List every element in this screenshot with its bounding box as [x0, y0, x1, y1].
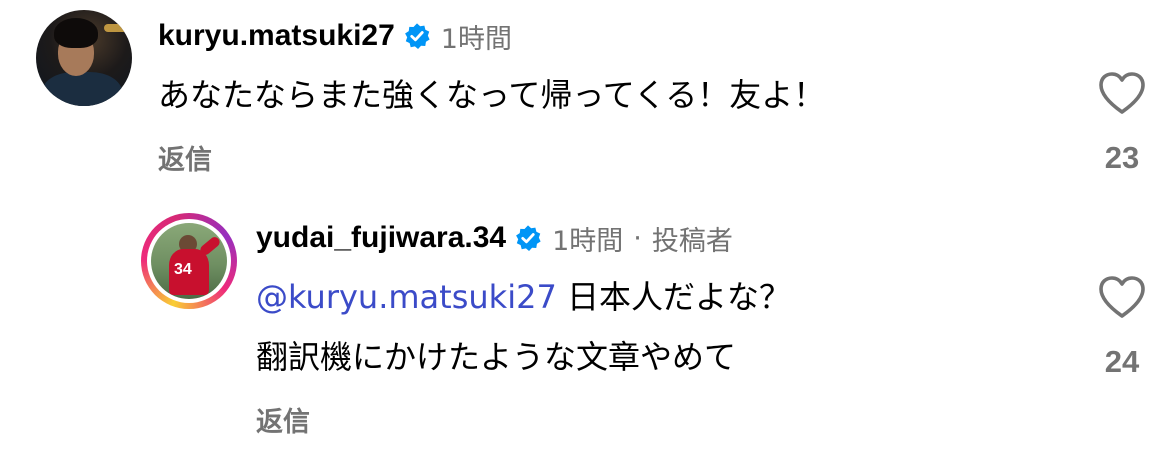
comment-item: kuryu.matsuki27 1時間 あなたならまた強くなって帰ってくる！友よ… [0, 0, 1160, 200]
comment-text: あなたならまた強くなって帰ってくる！友よ！ [158, 76, 826, 114]
comment-header: kuryu.matsuki27 1時間 [158, 16, 512, 56]
username[interactable]: kuryu.matsuki27 [158, 19, 395, 53]
reply-button[interactable]: 返信 [158, 138, 212, 177]
heart-icon [1099, 276, 1145, 318]
comment-text-line-1: @kuryu.matsuki27 日本人だよな？ [256, 270, 791, 324]
verified-badge-icon [514, 224, 542, 252]
like-count: 23 [1104, 140, 1140, 175]
avatar-photo: 34 [151, 223, 227, 299]
separator-dot: · [633, 222, 642, 254]
avatar-hair [54, 18, 98, 48]
comment-text-line-2: 翻訳機にかけたような文章やめて [256, 338, 737, 376]
like-count: 24 [1104, 344, 1140, 379]
mention-link[interactable]: @kuryu.matsuki27 [256, 278, 557, 316]
comment-header: yudai_fujiwara.34 1時間 · 投稿者 [256, 218, 733, 258]
like-button[interactable] [1097, 70, 1147, 116]
comment-text: 日本人だよな？ [556, 278, 791, 316]
username[interactable]: yudai_fujiwara.34 [256, 221, 506, 255]
like-button[interactable] [1097, 274, 1147, 320]
verified-badge-icon [403, 22, 431, 50]
avatar-background-light [104, 24, 128, 32]
reply-button[interactable]: 返信 [256, 400, 310, 439]
timestamp: 1時間 [440, 23, 512, 55]
timestamp: 1時間 [552, 225, 624, 257]
author-label: 投稿者 [651, 225, 733, 257]
heart-icon [1099, 72, 1145, 114]
jersey-number: 34 [174, 261, 192, 278]
avatar[interactable] [36, 10, 132, 106]
avatar[interactable]: 34 [147, 219, 231, 303]
avatar-body [42, 72, 122, 106]
